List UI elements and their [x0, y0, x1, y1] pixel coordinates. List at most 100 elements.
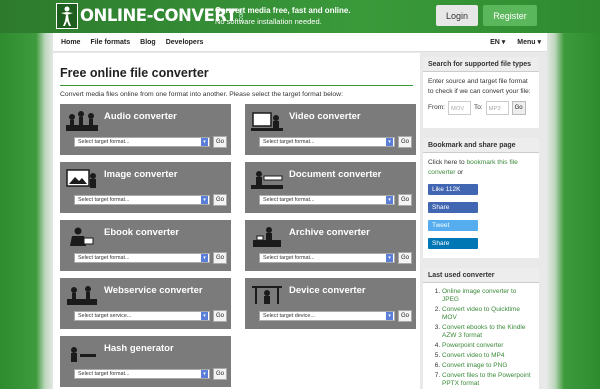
last-used-converter-box: Last used converter Online image convert…	[423, 268, 539, 389]
menu-button[interactable]: Menu ▾	[517, 38, 541, 46]
select-value: Select target format...	[78, 255, 130, 261]
logo-figure-icon	[56, 3, 78, 29]
document-icon	[251, 171, 283, 189]
dropdown-arrow-icon: ▾	[201, 370, 208, 378]
search-box-title: Search for supported file types	[423, 57, 539, 72]
recent-converters-list: Online image converter to JPEG Convert v…	[432, 288, 534, 388]
facebook-like-button[interactable]: Like 112K	[428, 184, 478, 195]
from-format-input[interactable]: MOV	[447, 101, 471, 115]
device-icon	[252, 286, 282, 304]
select-value: Select target device...	[263, 313, 315, 319]
go-button[interactable]: Go	[213, 194, 227, 206]
dropdown-arrow-icon: ▾	[386, 196, 393, 204]
ebook-icon	[70, 227, 94, 246]
video-converter-card: Video converter Select target format... ▾…	[245, 104, 416, 155]
hash-generator-card: Hash generator Select target format... ▾ …	[60, 336, 231, 387]
image-converter-card: Image converter Select target format... ▾…	[60, 162, 231, 213]
go-button[interactable]: Go	[398, 194, 412, 206]
go-button[interactable]: Go	[213, 368, 227, 380]
audio-converter-card: Audio converter Select target format... ▾…	[60, 104, 231, 155]
nav-developers[interactable]: Developers	[166, 39, 204, 46]
tweet-button[interactable]: Tweet	[428, 220, 478, 231]
select-value: Select target format...	[78, 139, 130, 145]
dropdown-arrow-icon: ▾	[201, 312, 208, 320]
main-nav: Home File formats Blog Developers EN ▾ M…	[53, 33, 547, 52]
title-divider	[60, 85, 413, 86]
format-check-row: From: MOV To: MP3 Go	[428, 101, 534, 115]
nav-blog[interactable]: Blog	[140, 39, 156, 46]
tagline-line-2: No software installation needed.	[215, 17, 322, 26]
tagline-line-1: Convert media free, fast and online.	[215, 6, 351, 15]
bookmark-text: Click here to bookmark this file convert…	[428, 159, 518, 176]
webservice-icon	[67, 286, 97, 305]
go-button[interactable]: Go	[213, 136, 227, 148]
login-button[interactable]: Login	[436, 5, 478, 26]
audio-icon	[66, 111, 98, 131]
card-title: Hash generator	[104, 343, 174, 354]
file-type-search-box: Search for supported file types Enter so…	[423, 57, 539, 128]
top-header: ONLINE-CONVERT .com Convert media free, …	[0, 0, 600, 33]
document-converter-card: Document converter Select target format.…	[245, 162, 416, 213]
target-format-select[interactable]: Select target format... ▾	[259, 195, 395, 205]
go-button[interactable]: Go	[398, 310, 412, 322]
language-selector[interactable]: EN ▾	[490, 38, 505, 46]
dropdown-arrow-icon: ▾	[201, 196, 208, 204]
target-format-select[interactable]: Select target format... ▾	[259, 253, 395, 263]
page-title: Free online file converter	[60, 66, 209, 80]
card-title: Webservice converter	[104, 285, 203, 296]
recent-item[interactable]: Convert ebooks to the Kindle AZW 3 forma…	[442, 324, 534, 340]
dropdown-arrow-icon: ▾	[386, 312, 393, 320]
nav-home[interactable]: Home	[61, 39, 80, 46]
recent-item[interactable]: Convert video to MP4	[442, 352, 534, 360]
site-logo[interactable]: ONLINE-CONVERT .com	[56, 3, 245, 29]
dropdown-arrow-icon: ▾	[386, 138, 393, 146]
go-button[interactable]: Go	[213, 310, 227, 322]
hash-icon	[71, 347, 96, 362]
card-title: Video converter	[289, 111, 361, 122]
target-service-select[interactable]: Select target service... ▾	[74, 311, 210, 321]
recent-item[interactable]: Powerpoint converter	[442, 342, 534, 350]
dropdown-arrow-icon: ▾	[201, 138, 208, 146]
card-title: Archive converter	[289, 227, 370, 238]
to-label: To:	[473, 104, 483, 112]
card-title: Device converter	[289, 285, 366, 296]
facebook-share-button[interactable]: Share	[428, 202, 478, 213]
device-converter-card: Device converter Select target device...…	[245, 278, 416, 329]
bookmark-share-box: Bookmark and share page Click here to bo…	[423, 138, 539, 258]
go-button[interactable]: Go	[213, 252, 227, 264]
to-format-input[interactable]: MP3	[485, 101, 509, 115]
intro-text: Convert media files online from one form…	[60, 91, 343, 98]
select-value: Select target format...	[78, 197, 130, 203]
video-icon	[251, 112, 283, 131]
select-value: Select target format...	[78, 371, 130, 377]
nav-file-formats[interactable]: File formats	[90, 39, 130, 46]
card-title: Audio converter	[104, 111, 177, 122]
recent-box-title: Last used converter	[423, 268, 539, 283]
recent-item[interactable]: Convert image to PNG	[442, 362, 534, 370]
from-label: From:	[428, 104, 445, 112]
recent-item[interactable]: Convert video to Quicktime MOV	[442, 306, 534, 322]
dropdown-arrow-icon: ▾	[201, 254, 208, 262]
target-device-select[interactable]: Select target device... ▾	[259, 311, 395, 321]
card-title: Image converter	[104, 169, 178, 180]
format-check-go-button[interactable]: Go	[511, 101, 526, 115]
logo-text: ONLINE-CONVERT	[80, 6, 237, 25]
go-button[interactable]: Go	[398, 252, 412, 264]
target-format-select[interactable]: Select target format... ▾	[259, 137, 395, 147]
recent-item[interactable]: Convert files to the Powerpoint PPTX for…	[442, 372, 534, 388]
select-value: Select target format...	[263, 197, 315, 203]
ebook-converter-card: Ebook converter Select target format... ▾…	[60, 220, 231, 271]
target-format-select[interactable]: Select target format... ▾	[74, 195, 210, 205]
recent-item[interactable]: Online image converter to JPEG	[442, 288, 534, 304]
image-icon	[66, 169, 96, 188]
register-button[interactable]: Register	[483, 5, 537, 26]
archive-icon	[253, 227, 281, 247]
target-format-select[interactable]: Select target format... ▾	[74, 137, 210, 147]
archive-converter-card: Archive converter Select target format..…	[245, 220, 416, 271]
target-format-select[interactable]: Select target format... ▾	[74, 253, 210, 263]
dropdown-arrow-icon: ▾	[386, 254, 393, 262]
linkedin-share-button[interactable]: Share	[428, 238, 478, 249]
go-button[interactable]: Go	[398, 136, 412, 148]
search-box-text: Enter source and target file format to c…	[428, 78, 531, 95]
target-format-select[interactable]: Select target format... ▾	[74, 369, 210, 379]
